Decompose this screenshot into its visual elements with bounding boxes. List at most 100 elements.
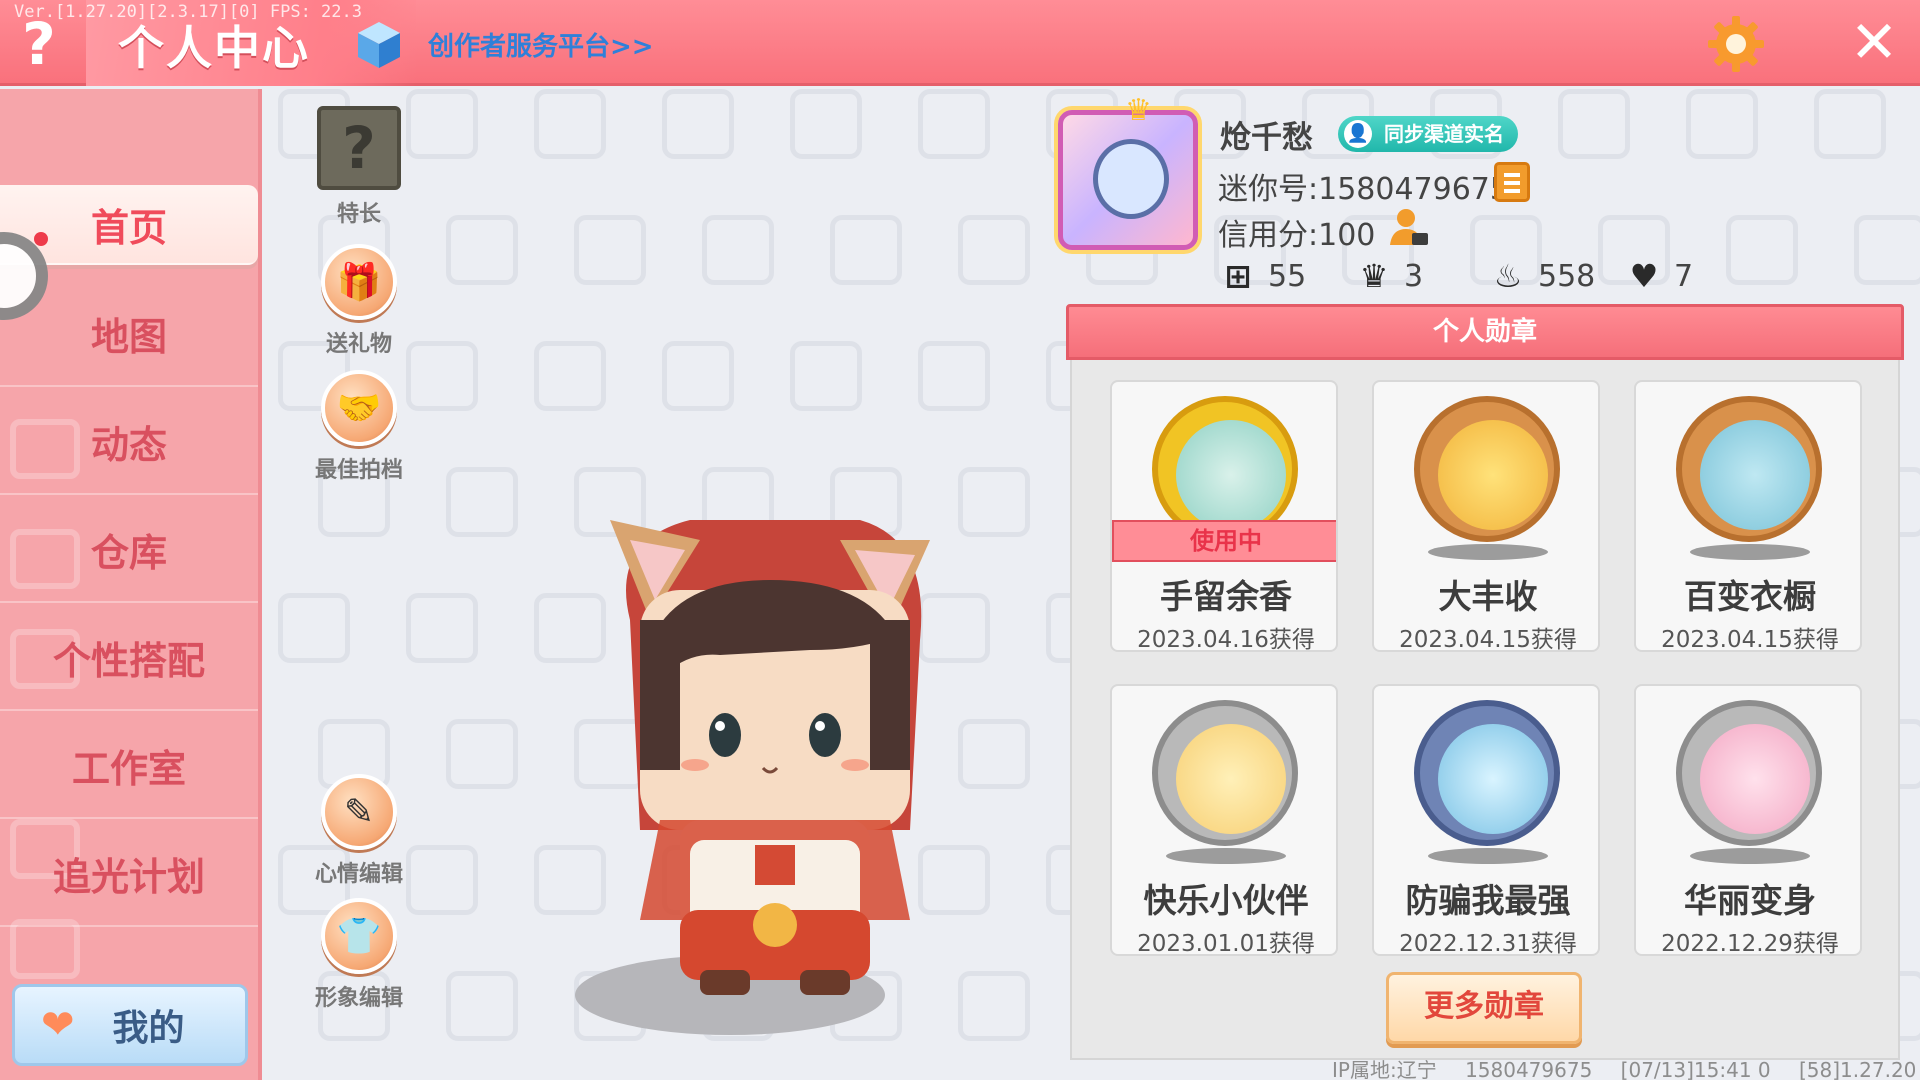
- pattern-cell: [446, 719, 518, 789]
- pattern-cell: [830, 215, 902, 285]
- pattern-cell: [1814, 89, 1886, 159]
- handshake-icon: 🤝: [321, 370, 397, 446]
- stat-hearts: ♥ 7: [1626, 257, 1694, 295]
- pattern-cell: [958, 971, 1030, 1041]
- gift-icon: 🎁: [321, 244, 397, 320]
- medal-card[interactable]: 使用中 手留余香 2023.04.16获得: [1110, 380, 1338, 652]
- pattern-cell: [702, 215, 774, 285]
- stat-likes: ⊞ 55: [1220, 257, 1307, 295]
- medal-name: 手留余香: [1160, 577, 1292, 616]
- stat-likes-value: 55: [1268, 258, 1307, 294]
- stat-followers-value: 3: [1404, 258, 1424, 294]
- creator-platform-link[interactable]: 创作者服务平台>>: [428, 26, 654, 63]
- image-edit-button[interactable]: 👕 形象编辑: [304, 898, 414, 1012]
- specialty-label: 特长: [336, 202, 381, 227]
- stat-popularity: ♨ 558: [1490, 257, 1596, 295]
- more-medals-button[interactable]: 更多勋章: [1386, 972, 1582, 1044]
- profile-avatar[interactable]: ♛: [1058, 93, 1198, 250]
- pattern-cell: [278, 593, 350, 663]
- best-partner-label: 最佳拍档: [314, 458, 403, 483]
- mine-label: 我的: [112, 1008, 185, 1049]
- pattern-cell: [1854, 215, 1920, 285]
- send-gift-button[interactable]: 🎁 送礼物: [304, 244, 414, 358]
- heart-icon: ♥: [1629, 257, 1659, 295]
- pattern-cell: [662, 341, 734, 411]
- pattern-cell: [1558, 89, 1630, 159]
- notification-dot: [34, 232, 48, 246]
- flame-icon: ♨: [1493, 257, 1523, 295]
- image-edit-label: 形象编辑: [314, 986, 403, 1011]
- cube-icon[interactable]: [356, 20, 402, 70]
- medal-card[interactable]: 大丰收 2023.04.15获得: [1372, 380, 1600, 652]
- pattern-cell: [574, 215, 646, 285]
- medal-date: 2023.04.15获得: [1399, 627, 1577, 652]
- stat-hearts-value: 7: [1674, 258, 1694, 294]
- send-gift-label: 送礼物: [325, 332, 392, 357]
- medal-name: 华丽变身: [1684, 881, 1816, 920]
- mood-edit-button[interactable]: ✎ 心情编辑: [304, 774, 414, 888]
- medal-friends-icon: [1152, 700, 1298, 846]
- pattern-cell: [958, 467, 1030, 537]
- mine-button[interactable]: ❤ 我的: [12, 984, 248, 1066]
- pattern-cell: [446, 467, 518, 537]
- clothing-icon: 👕: [321, 898, 397, 974]
- verify-realname-badge[interactable]: 👤 同步渠道实名: [1338, 116, 1518, 152]
- medal-name: 快乐小伙伴: [1143, 881, 1309, 920]
- pattern-cell: [1686, 89, 1758, 159]
- pattern-cell: [790, 341, 862, 411]
- edit-icon: ✎: [321, 774, 397, 850]
- trophy-icon: ♛: [1359, 257, 1389, 295]
- medal-card[interactable]: 防骗我最强 2022.12.31获得: [1372, 684, 1600, 956]
- sidebar-item-studio[interactable]: 工作室: [0, 713, 258, 819]
- mood-edit-label: 心情编辑: [314, 862, 403, 887]
- medal-pedestal: [1428, 848, 1548, 864]
- footer-info: IP属地:辽宁 1580479675 [07/13]15:41 0 [58]1.…: [1332, 1054, 1920, 1080]
- footer-uid: 1580479675: [1465, 1058, 1593, 1080]
- heart-icon: ❤: [41, 1002, 75, 1048]
- medal-wardrobe-icon: [1676, 396, 1822, 542]
- medal-panel: 使用中 手留余香 2023.04.16获得 大丰收 2023.04.15获得 百…: [1070, 360, 1900, 1060]
- in-use-badge: 使用中: [1112, 520, 1336, 562]
- sidebar-item-chase-light[interactable]: 追光计划: [0, 821, 258, 927]
- credit-score: 信用分:100: [1218, 218, 1376, 253]
- medal-date: 2023.04.16获得: [1137, 627, 1315, 652]
- medal-date: 2022.12.29获得: [1661, 931, 1839, 956]
- close-button[interactable]: ✕: [1846, 13, 1902, 71]
- username: 炝千愁: [1220, 120, 1313, 156]
- medal-date: 2023.04.15获得: [1661, 627, 1839, 652]
- pattern-cell: [918, 89, 990, 159]
- pattern-cell: [446, 971, 518, 1041]
- medal-card[interactable]: 华丽变身 2022.12.29获得: [1634, 684, 1862, 956]
- help-button[interactable]: ?: [14, 14, 64, 74]
- player-avatar[interactable]: [570, 500, 950, 1000]
- pattern-cell: [1726, 215, 1798, 285]
- sidebar-decoration: [10, 919, 80, 979]
- pattern-cell: [406, 89, 478, 159]
- user-icon: 👤: [1344, 120, 1372, 148]
- crown-icon: ♛: [1125, 93, 1152, 128]
- avatar-face: [1093, 139, 1169, 219]
- best-partner-button[interactable]: 🤝 最佳拍档: [304, 370, 414, 484]
- medal-name: 大丰收: [1438, 577, 1538, 616]
- footer-timestamp: [07/13]15:41 0: [1620, 1058, 1771, 1080]
- medal-card[interactable]: 快乐小伙伴 2023.01.01获得: [1110, 684, 1338, 956]
- mini-id: 迷你号:1580479675: [1218, 172, 1509, 207]
- medal-card[interactable]: 百变衣橱 2023.04.15获得: [1634, 380, 1862, 652]
- medal-pedestal: [1690, 848, 1810, 864]
- person-icon[interactable]: [1386, 205, 1430, 249]
- medal-name: 防骗我最强: [1405, 881, 1571, 920]
- footer-build: [58]1.27.20: [1799, 1058, 1917, 1080]
- medal-transform-icon: [1676, 700, 1822, 846]
- question-icon: ?: [317, 106, 401, 190]
- sidebar-item-feed[interactable]: 动态: [0, 389, 258, 495]
- gear-icon[interactable]: [1706, 14, 1766, 74]
- plus-square-icon: ⊞: [1224, 257, 1252, 295]
- copy-icon[interactable]: [1494, 162, 1530, 202]
- pattern-cell: [534, 89, 606, 159]
- sidebar-item-warehouse[interactable]: 仓库: [0, 497, 258, 603]
- sidebar-item-outfit[interactable]: 个性搭配: [0, 605, 258, 711]
- pattern-cell: [406, 341, 478, 411]
- specialty-button[interactable]: ? 特长: [304, 106, 414, 228]
- ip-location: IP属地:辽宁: [1332, 1058, 1437, 1080]
- medal-pedestal: [1690, 544, 1810, 560]
